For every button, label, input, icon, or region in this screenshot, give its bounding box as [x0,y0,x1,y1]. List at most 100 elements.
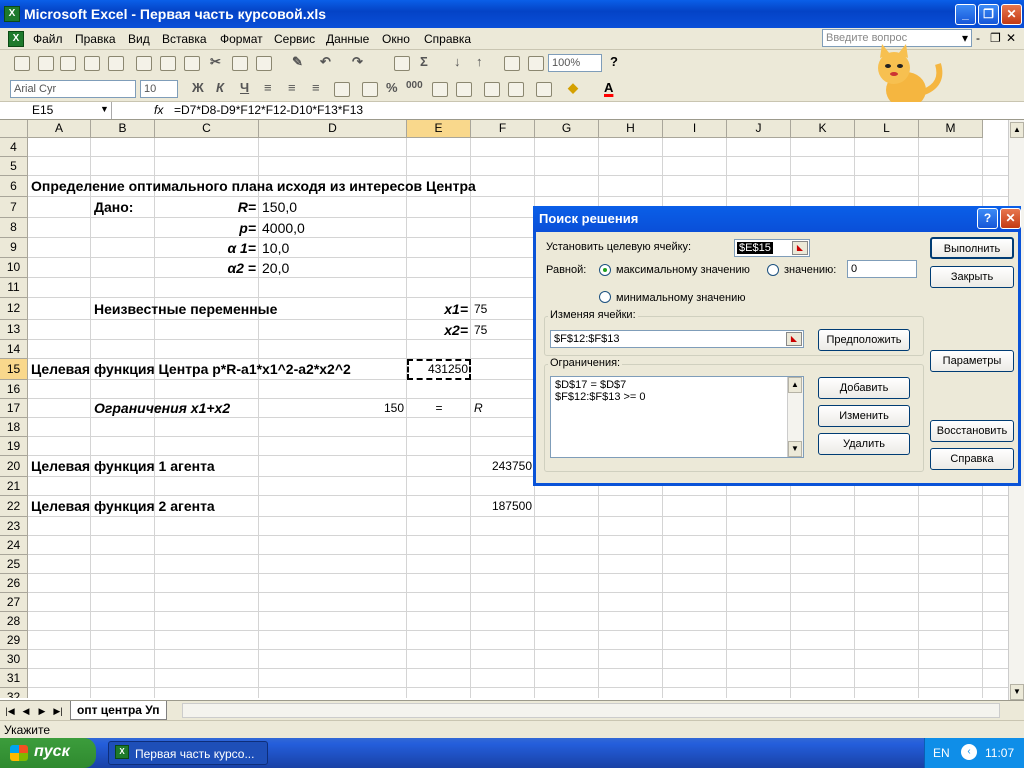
workbook-icon[interactable]: X [8,31,24,47]
value-radio-label[interactable]: значению: [784,264,836,276]
undo-icon[interactable]: ↶ [320,54,331,70]
cell-x1-label[interactable]: x1= [410,298,468,320]
cell-unknowns-label[interactable]: Неизвестные переменные [94,298,277,320]
column-header[interactable]: J [727,120,791,138]
options-button[interactable]: Параметры [930,350,1014,372]
print-icon[interactable] [136,56,152,71]
row-header[interactable]: 24 [0,536,28,555]
row-header[interactable]: 7 [0,197,28,218]
email-icon[interactable] [108,56,124,71]
currency-icon[interactable] [362,82,378,97]
increase-decimal-icon[interactable] [432,82,448,97]
hyperlink-icon[interactable] [394,56,410,71]
next-sheet-icon[interactable]: ▶ [36,704,48,718]
redo-icon[interactable]: ↷ [352,54,363,70]
row-header[interactable]: 27 [0,593,28,612]
print-preview-icon[interactable] [160,56,176,71]
tray-arrow-icon[interactable]: ‹ [961,744,977,760]
insert-function-icon[interactable]: fx [154,103,163,117]
column-header[interactable]: H [599,120,663,138]
row-header[interactable]: 28 [0,612,28,631]
row-header[interactable]: 23 [0,517,28,536]
name-box-dropdown-icon[interactable]: ▼ [100,104,109,114]
max-radio-label[interactable]: максимальному значению [616,264,750,276]
menu-edit[interactable]: Правка [75,32,116,46]
row-header[interactable]: 25 [0,555,28,574]
thousands-icon[interactable]: 000 [406,80,423,91]
column-header[interactable]: F [471,120,535,138]
changing-cells-input[interactable]: $F$12:$F$13 [550,330,804,348]
align-left-icon[interactable]: ≡ [264,80,272,95]
language-indicator[interactable]: EN [933,746,950,760]
cell-agent1-value[interactable]: 243750 [474,456,532,477]
column-header[interactable]: C [155,120,259,138]
max-radio[interactable] [599,264,611,276]
changing-collapse-icon[interactable]: ◣ [786,332,802,346]
scroll-up-arrow-icon[interactable]: ▲ [1010,122,1024,138]
column-header[interactable]: K [791,120,855,138]
cell-given-label[interactable]: Дано: [94,197,133,218]
row-header[interactable]: 20 [0,456,28,477]
menu-format[interactable]: Формат [220,32,263,46]
constraint-item[interactable]: $F$12:$F$13 >= 0 [555,391,799,403]
row-header[interactable]: 11 [0,278,28,298]
column-header[interactable]: L [855,120,919,138]
min-radio-label[interactable]: минимальному значению [616,292,746,304]
cell-R-ref[interactable]: R [474,399,483,418]
permission-icon[interactable] [84,56,100,71]
row-header[interactable]: 13 [0,320,28,340]
cell-a1-value[interactable]: 10,0 [262,238,289,258]
decrease-decimal-icon[interactable] [456,82,472,97]
constraint-item[interactable]: $D$17 = $D$7 [555,379,799,391]
help-button[interactable]: Справка [930,448,1014,470]
cell-constraint-value[interactable]: 150 [262,399,404,418]
cell-R-value[interactable]: 150,0 [262,197,297,218]
drawing-icon[interactable] [528,56,544,71]
cell-constraint-label[interactable]: Ограничения x1+x2 [94,399,230,418]
menu-view[interactable]: Вид [128,32,150,46]
close-button[interactable]: ✕ [1001,4,1022,25]
column-header[interactable]: D [259,120,407,138]
reset-button[interactable]: Восстановить [930,420,1014,442]
cell-R-label[interactable]: R= [158,197,256,218]
align-center-icon[interactable]: ≡ [288,80,296,95]
horizontal-scrollbar[interactable] [182,703,1000,718]
sort-desc-icon[interactable]: ↑ [476,54,483,69]
cell-agent1-label[interactable]: Целевая функция 1 агента [31,456,215,477]
list-down-arrow-icon[interactable]: ▼ [788,441,802,457]
help-dropdown-icon[interactable]: ▾ [962,31,968,45]
underline-icon[interactable]: Ч [240,80,249,95]
fill-color-icon[interactable]: ◆ [568,80,578,96]
row-header[interactable]: 32 [0,688,28,698]
minimize-button[interactable]: _ [955,4,976,25]
cut-icon[interactable]: ✂ [210,54,221,70]
taskbar-excel-button[interactable]: X Первая часть курсо... [108,741,268,765]
sheet-tab[interactable]: опт центра Уп [70,701,167,720]
cell-a2-label[interactable]: α2 = [158,258,256,278]
change-button[interactable]: Изменить [818,405,910,427]
italic-icon[interactable]: К [216,80,224,95]
cell-equals[interactable]: = [410,399,468,418]
column-header[interactable]: M [919,120,983,138]
decrease-indent-icon[interactable] [484,82,500,97]
row-header[interactable]: 31 [0,669,28,688]
delete-button[interactable]: Удалить [818,433,910,455]
increase-indent-icon[interactable] [508,82,524,97]
save-icon[interactable] [60,56,76,71]
menu-window[interactable]: Окно [382,32,410,46]
paste-icon[interactable] [256,56,272,71]
zoom-select[interactable]: 100% [548,54,602,72]
row-header[interactable]: 5 [0,157,28,176]
format-painter-icon[interactable]: ✎ [292,54,303,70]
row-header[interactable]: 4 [0,138,28,157]
dialog-close-button[interactable]: ✕ [1000,208,1021,229]
menu-tools[interactable]: Сервис [274,32,315,46]
row-header[interactable]: 12 [0,298,28,320]
constraints-list[interactable]: $D$17 = $D$7 $F$12:$F$13 >= 0 ▲ ▼ [550,376,804,458]
align-right-icon[interactable]: ≡ [312,80,320,95]
row-header[interactable]: 10 [0,258,28,278]
cell-agent2-label[interactable]: Целевая функция 2 агента [31,496,215,517]
dialog-help-button[interactable]: ? [977,208,998,229]
row-header[interactable]: 6 [0,176,28,197]
doc-close-button[interactable]: ✕ [1006,31,1016,45]
